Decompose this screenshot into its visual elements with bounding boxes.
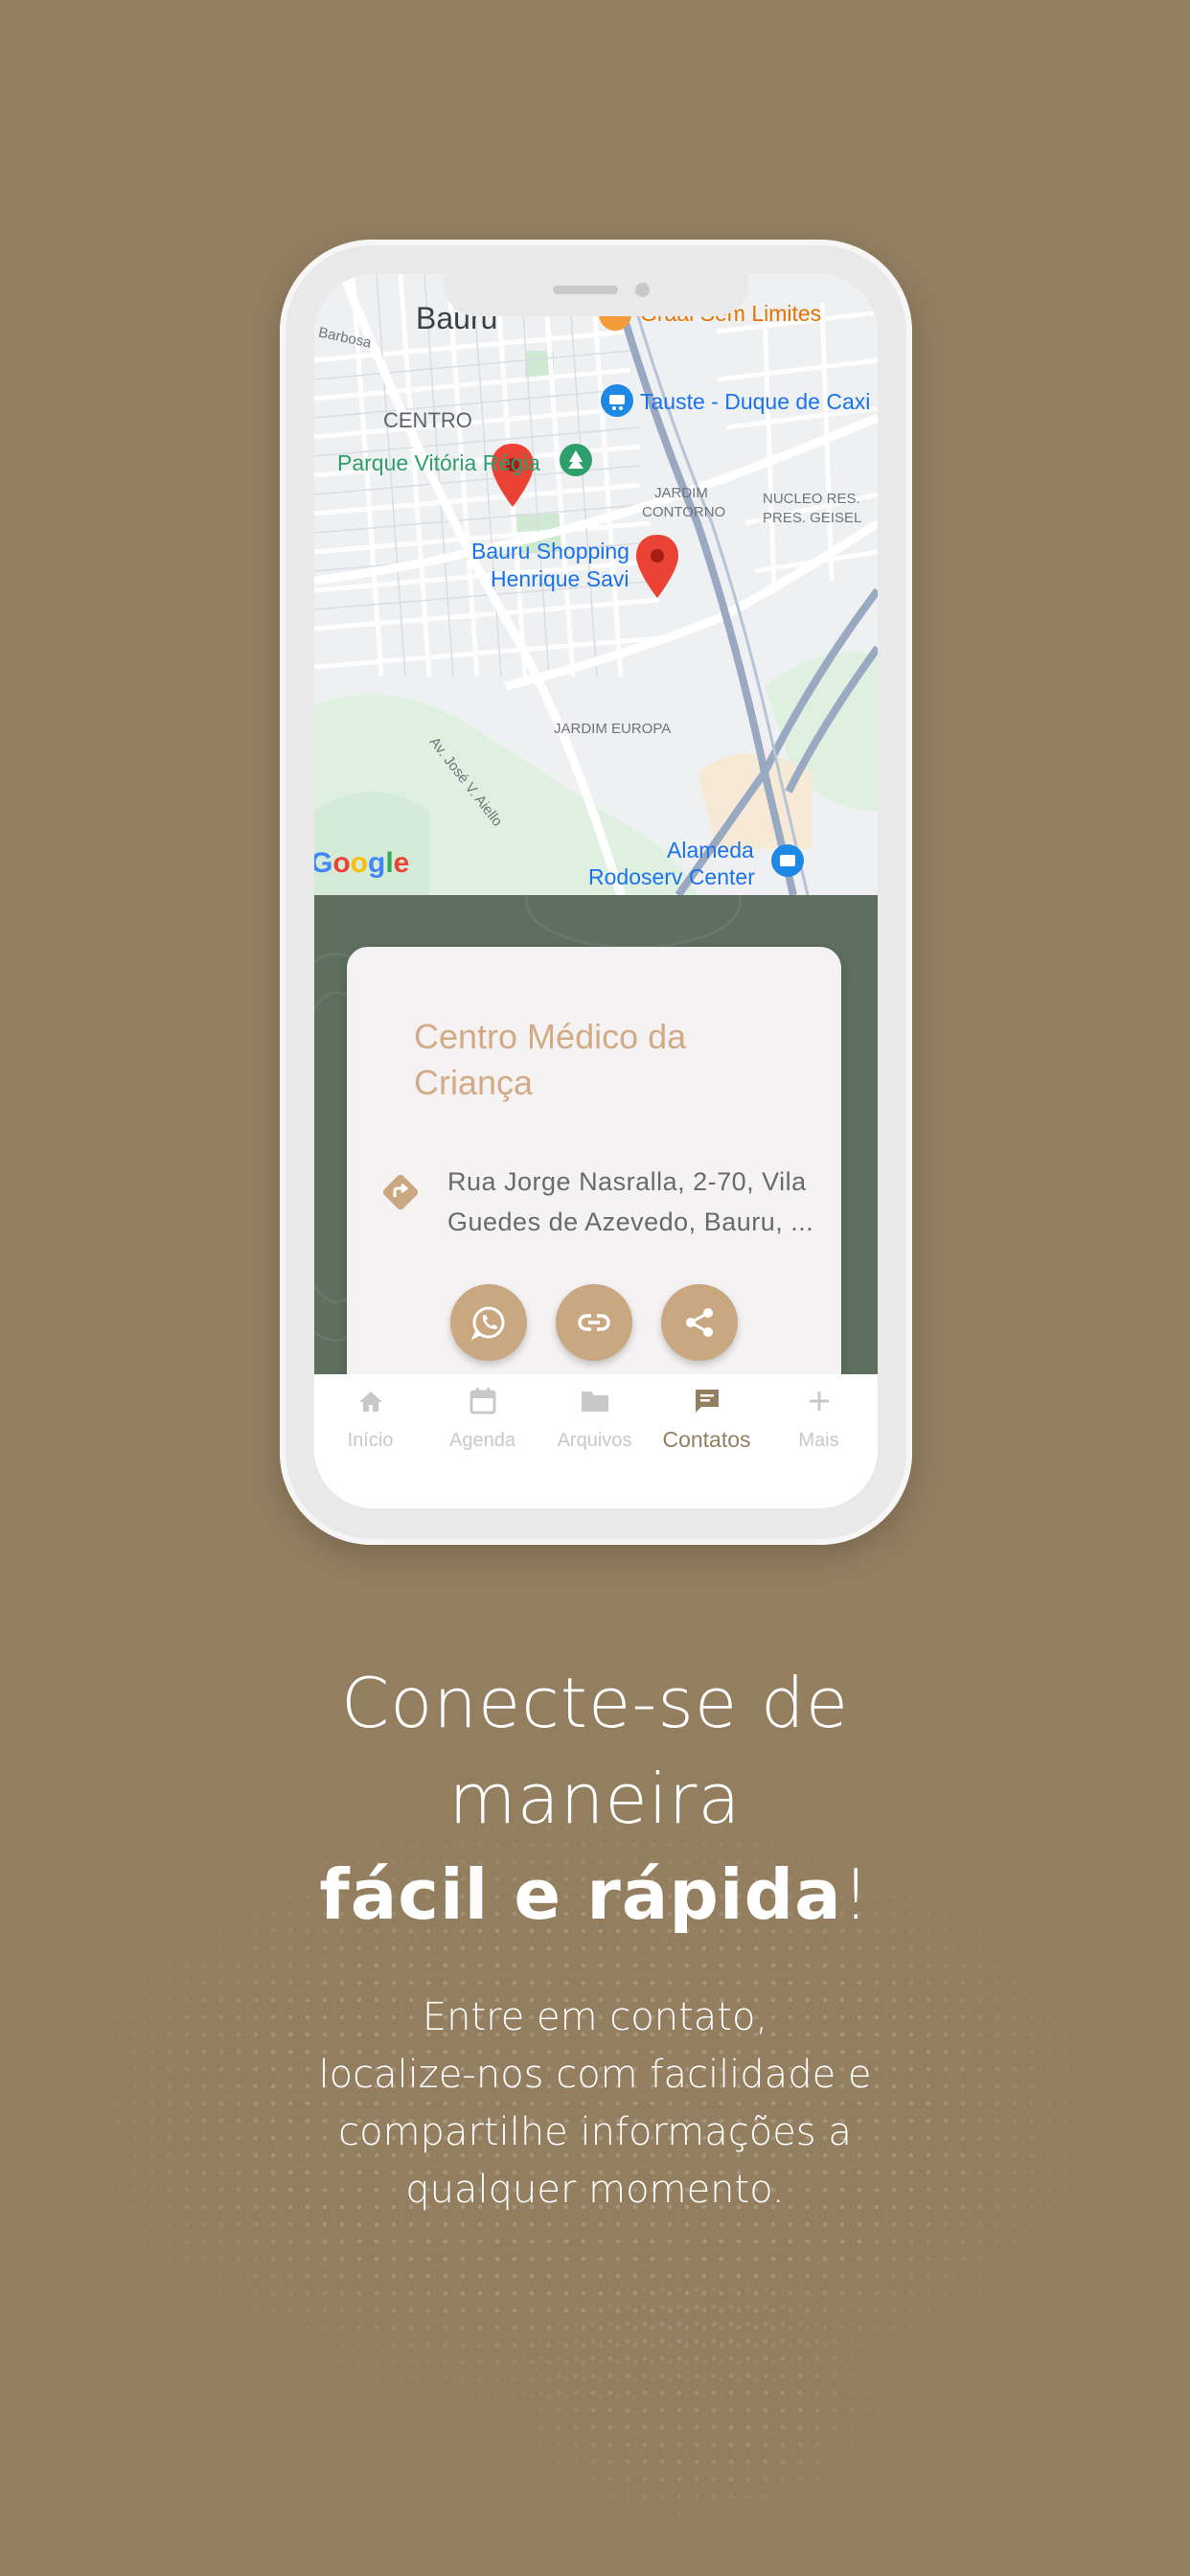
subtext: Entre em contato, localize-nos com facil…	[0, 1989, 1190, 2219]
bottom-navigation: Início Agenda Arquivos Contatos Mais	[314, 1374, 878, 1508]
phone-mockup: Bauru Barbosa CENTRO Parque Vitória Régi…	[280, 240, 912, 1545]
location-title: Centro Médico da Criança	[414, 1017, 687, 1102]
location-address[interactable]: Rua Jorge Nasralla, 2-70, Vila Guedes de…	[447, 1162, 821, 1242]
plus-icon	[809, 1392, 829, 1411]
nav-label-agenda: Agenda	[449, 1430, 515, 1451]
map-label-shopping-2: Henrique Savi	[491, 566, 629, 591]
map-view[interactable]: Bauru Barbosa CENTRO Parque Vitória Régi…	[314, 274, 878, 895]
nav-item-mais[interactable]: Mais	[763, 1374, 875, 1480]
headline-bold: fácil e rápida	[319, 1854, 842, 1935]
nav-label-mais: Mais	[798, 1430, 839, 1451]
folder-icon	[581, 1392, 608, 1412]
map-label-jardim-contorno-2: CONTORNO	[642, 504, 726, 520]
location-card: Centro Médico da Criança Rua Jorge Nasra…	[347, 947, 841, 1407]
address-line-2: Guedes de Azevedo, Bauru, ...	[447, 1208, 814, 1236]
map-label-centro: CENTRO	[383, 408, 472, 432]
headline-line-3: fácil e rápida!	[0, 1854, 1190, 1935]
google-logo: Google	[314, 847, 410, 879]
calendar-icon	[469, 1388, 495, 1414]
chat-icon	[695, 1390, 719, 1413]
subtext-line-4: qualquer momento.	[405, 2168, 785, 2212]
subtext-line-2: localize-nos com facilidade e	[318, 2053, 872, 2097]
map-label-jardim-europa: JARDIM EUROPA	[554, 721, 672, 737]
map-label-park: Parque Vitória Régia	[337, 450, 540, 475]
headline-line-2: maneira	[448, 1759, 742, 1839]
speaker	[553, 286, 618, 294]
map-label-tauste: Tauste - Duque de Caxi	[640, 389, 871, 414]
link-button[interactable]	[556, 1284, 632, 1361]
headline-exclaim: !	[841, 1854, 871, 1935]
map-label-jardim-contorno-1: JARDIM	[654, 485, 708, 501]
map-label-shopping-1: Bauru Shopping	[471, 539, 629, 564]
map-label-alameda-2: Rodoserv Center	[588, 864, 755, 889]
camera	[635, 283, 650, 297]
whatsapp-button[interactable]	[450, 1284, 527, 1361]
nav-label-arquivos: Arquivos	[557, 1430, 632, 1451]
map-label-alameda-1: Alameda	[667, 838, 754, 862]
link-icon	[578, 1314, 610, 1331]
nav-item-arquivos[interactable]: Arquivos	[538, 1374, 651, 1480]
world-map-dots-south	[498, 2281, 901, 2568]
address-line-1: Rua Jorge Nasralla, 2-70, Vila	[447, 1167, 807, 1196]
nav-label-contatos: Contatos	[662, 1427, 751, 1452]
share-icon	[686, 1308, 713, 1337]
subtext-line-1: Entre em contato,	[422, 1995, 768, 2039]
phone-notch	[444, 274, 748, 316]
nav-label-inicio: Início	[347, 1430, 394, 1451]
nav-item-agenda[interactable]: Agenda	[426, 1374, 538, 1480]
map-label-nucleo-2: PRES. GEISEL	[763, 510, 862, 526]
nav-item-inicio[interactable]: Início	[314, 1374, 426, 1480]
phone-screen: Bauru Barbosa CENTRO Parque Vitória Régi…	[314, 274, 878, 1508]
subtext-line-3: compartilhe informações a	[338, 2110, 852, 2154]
home-icon	[358, 1392, 382, 1412]
nav-item-contatos[interactable]: Contatos	[651, 1374, 763, 1480]
directions-icon[interactable]	[379, 1171, 422, 1213]
whatsapp-icon	[470, 1306, 505, 1341]
map-label-nucleo-1: NUCLEO RES.	[763, 491, 860, 507]
headline-line-1: Conecte-se de	[340, 1663, 850, 1743]
share-button[interactable]	[661, 1284, 738, 1361]
